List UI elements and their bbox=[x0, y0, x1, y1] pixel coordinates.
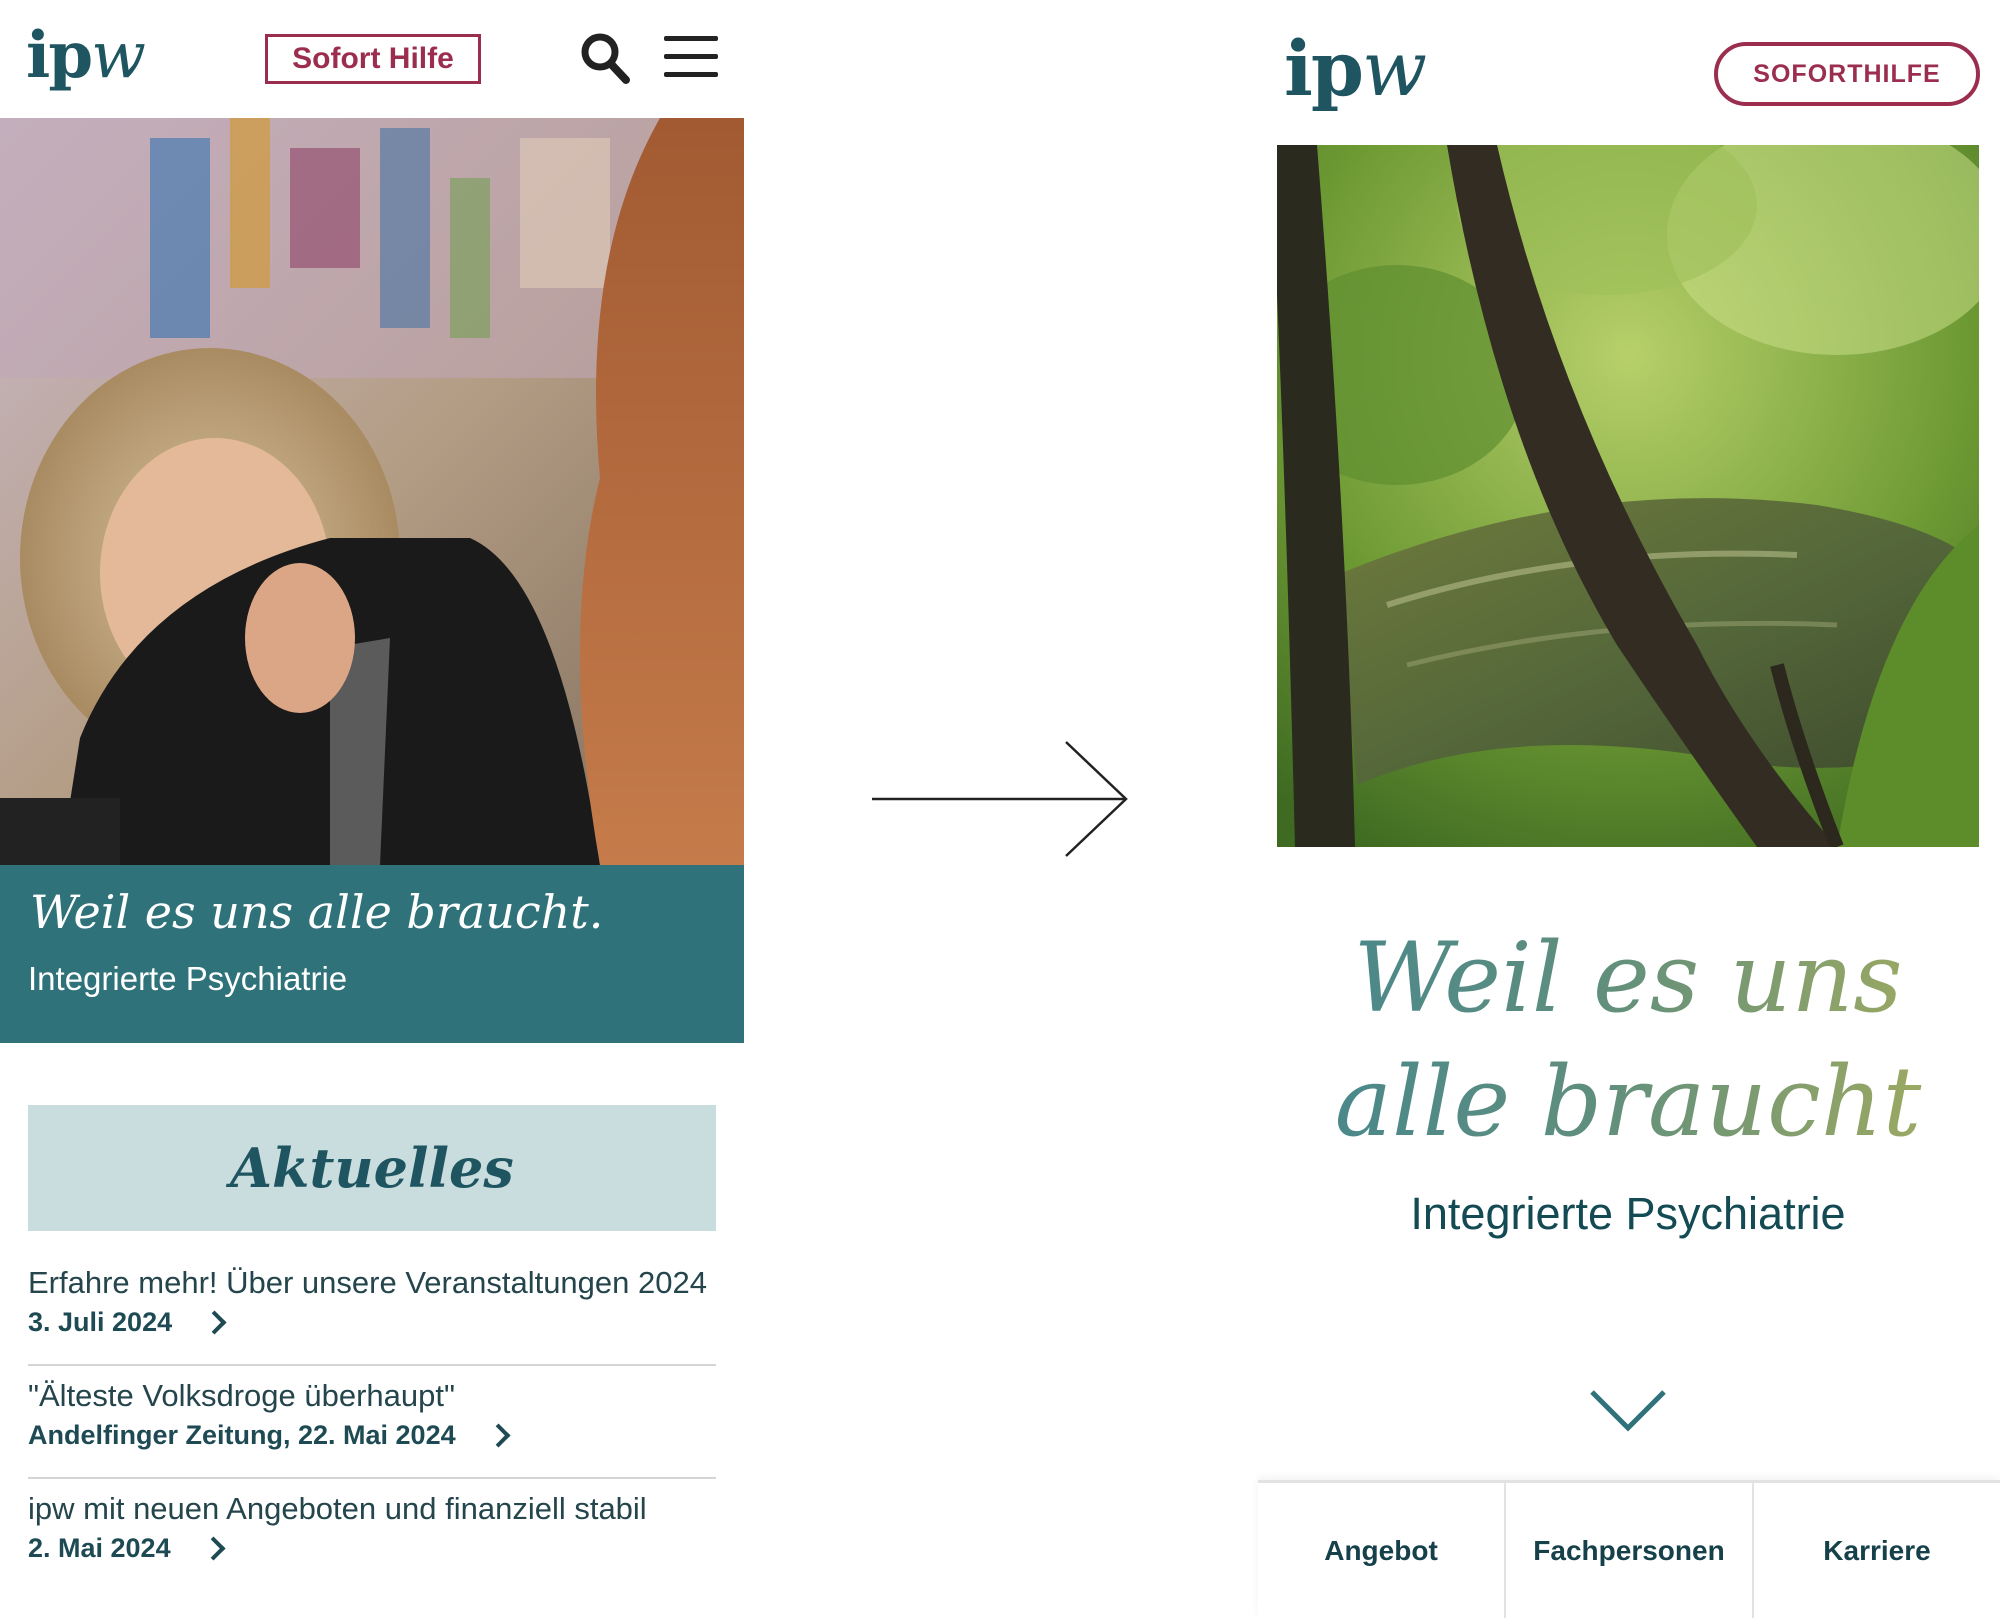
hero-image-river-forest bbox=[1277, 145, 1979, 847]
divider bbox=[28, 1477, 716, 1479]
news-item-title: "Älteste Volksdroge überhaupt" bbox=[28, 1378, 456, 1413]
chevron-right-icon bbox=[486, 1423, 511, 1448]
nav-angebot[interactable]: Angebot bbox=[1258, 1483, 1504, 1618]
nav-fachpersonen[interactable]: Fachpersonen bbox=[1504, 1483, 1752, 1618]
news-item[interactable]: "Älteste Volksdroge überhaupt" Andelfing… bbox=[28, 1378, 716, 1451]
news-item-title: ipw mit neuen Angeboten und finanziell s… bbox=[28, 1491, 647, 1526]
chevron-right-icon bbox=[201, 1536, 226, 1561]
hero-subtitle: Integrierte Psychiatrie bbox=[28, 960, 348, 997]
news-heading: Aktuelles bbox=[28, 1105, 716, 1231]
nav-karriere[interactable]: Karriere bbox=[1752, 1483, 2000, 1618]
hero-title: Weil es uns alle braucht bbox=[1277, 916, 1979, 1164]
news-item-date: 2. Mai 2024 bbox=[28, 1533, 171, 1563]
soforthilfe-button[interactable]: SOFORTHILFE bbox=[1714, 42, 1980, 106]
chevron-right-icon bbox=[202, 1310, 227, 1335]
bottom-navigation: Angebot Fachpersonen Karriere bbox=[1258, 1480, 2000, 1618]
hero-caption: Weil es uns alle braucht. Integrierte Ps… bbox=[0, 865, 744, 1043]
news-item[interactable]: Erfahre mehr! Über unsere Veranstaltunge… bbox=[28, 1265, 716, 1338]
before-screen: ipw Sofort Hilfe Weil es uns alle brauch… bbox=[0, 0, 744, 1615]
ipw-logo[interactable]: ipw bbox=[26, 18, 146, 93]
divider bbox=[28, 1364, 716, 1366]
hero-image-woman bbox=[0, 118, 744, 865]
chevron-down-icon[interactable] bbox=[1589, 1388, 1667, 1434]
sofort-hilfe-button[interactable]: Sofort Hilfe bbox=[265, 34, 481, 84]
ipw-logo[interactable]: ipw bbox=[1284, 24, 1427, 113]
news-item-date: 3. Juli 2024 bbox=[28, 1307, 173, 1337]
arrow-right-icon bbox=[872, 741, 1128, 857]
news-item[interactable]: ipw mit neuen Angeboten und finanziell s… bbox=[28, 1491, 716, 1564]
hero-subtitle: Integrierte Psychiatrie bbox=[1410, 1188, 1846, 1239]
hero-title: Weil es uns alle braucht. bbox=[30, 885, 604, 939]
news-item-date: Andelfinger Zeitung, 22. Mai 2024 bbox=[28, 1420, 456, 1450]
hamburger-menu-icon[interactable] bbox=[664, 36, 718, 78]
news-item-title: Erfahre mehr! Über unsere Veranstaltunge… bbox=[28, 1265, 707, 1300]
search-icon[interactable] bbox=[580, 32, 630, 84]
